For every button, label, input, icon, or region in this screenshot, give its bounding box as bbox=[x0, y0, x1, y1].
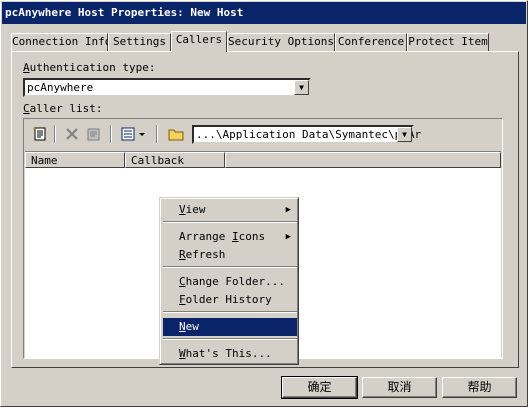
tab-protect-item[interactable]: Protect Item bbox=[407, 33, 489, 51]
menu-item-whats-this[interactable]: What's This... bbox=[163, 345, 297, 363]
toolbar-separator bbox=[110, 125, 112, 143]
menu-item-change-folder[interactable]: Change Folder... bbox=[163, 273, 297, 291]
column-header-callback[interactable]: Callback bbox=[125, 152, 225, 168]
auth-type-value: pcAnywhere bbox=[27, 81, 94, 94]
delete-icon[interactable] bbox=[62, 125, 82, 143]
menu-item-view[interactable]: View ▶ bbox=[163, 201, 297, 219]
auth-type-select[interactable]: pcAnywhere ▼ bbox=[23, 78, 311, 97]
chevron-down-icon[interactable]: ▼ bbox=[294, 80, 309, 95]
view-menu-icon[interactable] bbox=[118, 125, 150, 143]
properties-dialog: pcAnywhere Host Properties: New Host Con… bbox=[0, 0, 528, 407]
menu-item-arrange-icons[interactable]: Arrange Icons ▶ bbox=[163, 228, 297, 246]
menu-item-new[interactable]: New bbox=[163, 318, 297, 336]
cancel-button[interactable]: 取消 bbox=[362, 377, 437, 398]
submenu-arrow-icon: ▶ bbox=[285, 205, 291, 215]
folder-path-value: ...\Application Data\Symantec\pcAr bbox=[196, 128, 422, 141]
toolbar-separator bbox=[156, 125, 158, 143]
submenu-arrow-icon: ▶ bbox=[285, 232, 291, 242]
title-bar: pcAnywhere Host Properties: New Host bbox=[2, 2, 526, 24]
context-menu: View ▶ Arrange Icons ▶ Refresh Change Fold… bbox=[159, 197, 299, 365]
help-button[interactable]: 帮助 bbox=[442, 377, 517, 398]
auth-type-label: Authentication type: bbox=[23, 61, 156, 74]
menu-separator bbox=[163, 311, 297, 313]
caller-list-label: Caller list: bbox=[23, 102, 103, 115]
folder-icon[interactable] bbox=[166, 125, 186, 143]
tab-conference[interactable]: Conference bbox=[335, 33, 407, 51]
menu-item-refresh[interactable]: Refresh bbox=[163, 246, 297, 264]
menu-separator bbox=[163, 338, 297, 340]
menu-item-folder-history[interactable]: Folder History bbox=[163, 291, 297, 309]
menu-separator bbox=[163, 266, 297, 268]
tab-connection-info[interactable]: Connection Info bbox=[11, 33, 111, 51]
new-item-icon[interactable] bbox=[30, 125, 50, 143]
toolbar-separator bbox=[54, 125, 56, 143]
properties-icon[interactable] bbox=[84, 125, 104, 143]
tab-callers[interactable]: Callers bbox=[171, 31, 227, 52]
ok-button[interactable]: 确定 bbox=[281, 376, 358, 399]
chevron-down-icon[interactable]: ▼ bbox=[397, 127, 412, 142]
column-header-name[interactable]: Name bbox=[25, 152, 125, 168]
column-header-filler bbox=[225, 152, 501, 168]
menu-separator bbox=[163, 221, 297, 223]
tab-security-options[interactable]: Security Options bbox=[227, 33, 335, 51]
tab-settings[interactable]: Settings bbox=[108, 33, 171, 51]
folder-path-select[interactable]: ...\Application Data\Symantec\pcAr ▼ bbox=[192, 125, 421, 144]
